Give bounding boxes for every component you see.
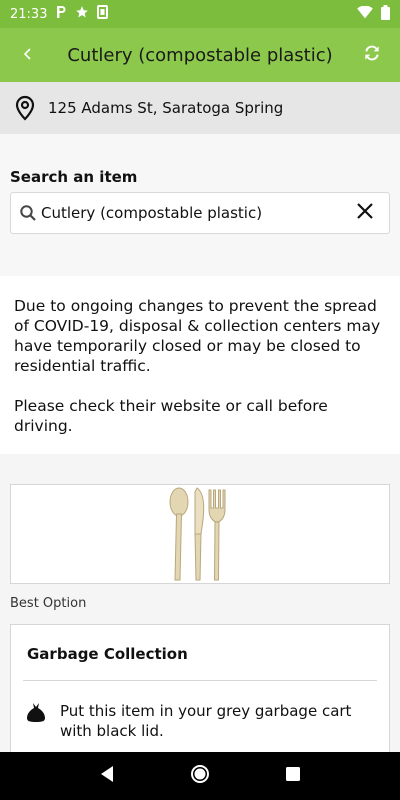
cutlery-image — [169, 487, 226, 581]
garbage-bag-icon — [23, 701, 50, 723]
star-icon — [75, 5, 89, 23]
system-nav-bar — [0, 752, 400, 800]
nav-back-icon — [99, 765, 115, 787]
disposal-option-card[interactable]: Garbage Collection Put this item in your… — [10, 624, 390, 764]
search-input[interactable]: Cutlery (compostable plastic) — [10, 192, 390, 234]
nav-recents-button[interactable] — [273, 756, 313, 796]
back-arrow-icon — [22, 46, 34, 65]
refresh-button[interactable] — [344, 28, 400, 82]
sim-icon — [97, 5, 109, 23]
option-instruction-row: Put this item in your grey garbage cart … — [23, 681, 377, 741]
status-time: 21:33 — [10, 6, 48, 22]
covid-notice: Due to ongoing changes to prevent the sp… — [0, 276, 400, 454]
wifi-icon — [357, 5, 373, 23]
refresh-icon — [362, 43, 382, 67]
notice-paragraph-1: Due to ongoing changes to prevent the sp… — [14, 297, 381, 375]
clear-icon — [356, 202, 374, 224]
location-pin-icon — [14, 95, 36, 121]
battery-icon — [381, 4, 390, 24]
back-button[interactable] — [0, 28, 56, 82]
p-icon — [55, 5, 67, 23]
search-value: Cutlery (compostable plastic) — [41, 204, 263, 222]
item-image-card — [10, 484, 390, 584]
option-instruction: Put this item in your grey garbage cart … — [59, 702, 352, 740]
app-bar: Cutlery (compostable plastic) — [0, 28, 400, 82]
location-bar[interactable]: 125 Adams St, Saratoga Spring — [0, 82, 400, 134]
search-icon — [19, 204, 37, 222]
notice-paragraph-2: Please check their website or call befor… — [14, 397, 328, 435]
nav-home-button[interactable] — [180, 756, 220, 796]
clear-search-button[interactable] — [349, 197, 381, 229]
address-text: 125 Adams St, Saratoga Spring — [48, 99, 284, 117]
nav-back-button[interactable] — [87, 756, 127, 796]
page-title: Cutlery (compostable plastic) — [67, 44, 333, 66]
search-label: Search an item — [10, 168, 138, 186]
nav-recents-icon — [285, 766, 301, 786]
best-option-label: Best Option — [10, 596, 87, 611]
search-section: Search an item Cutlery (compostable plas… — [0, 134, 400, 276]
nav-home-icon — [190, 764, 210, 788]
status-bar: 21:33 — [0, 0, 400, 28]
option-title: Garbage Collection — [23, 625, 377, 681]
